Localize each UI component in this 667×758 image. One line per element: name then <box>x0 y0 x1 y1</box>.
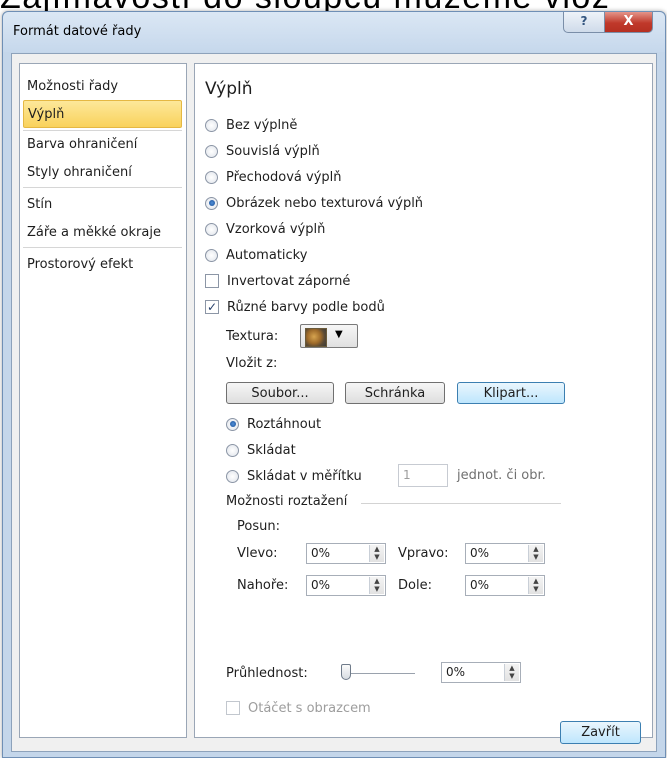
nav-separator <box>23 187 182 188</box>
dialog-body: Možnosti řady Výplň Barva ohraničení Sty… <box>11 53 657 752</box>
offset-left-label: Vlevo: <box>237 546 278 561</box>
insert-from-label: Vložit z: <box>226 356 278 371</box>
transparency-label: Průhlednost: <box>226 666 308 681</box>
help-icon: ? <box>580 14 588 28</box>
radio-tile-scale[interactable]: Skládat v měřítku <box>226 466 362 486</box>
radio-button[interactable] <box>226 443 239 457</box>
scale-unit-label: jednot. či obr. <box>457 468 546 483</box>
clipart-button[interactable]: Klipart... <box>457 382 565 404</box>
file-button[interactable]: Soubor... <box>226 382 334 404</box>
texture-picker[interactable]: ▼ <box>300 324 358 348</box>
radio-picture-texture-fill[interactable]: Obrázek nebo texturová výplň <box>205 193 423 213</box>
radio-button[interactable] <box>205 248 218 262</box>
nav-item-shadow[interactable]: Stín <box>23 191 182 219</box>
clipboard-button[interactable]: Schránka <box>345 382 445 404</box>
radio-button[interactable] <box>205 222 218 236</box>
texture-swatch-icon <box>305 328 327 347</box>
close-icon: X <box>623 14 634 29</box>
checkbox[interactable] <box>205 274 219 288</box>
spin-arrows-icon[interactable]: ▲ ▼ <box>369 577 384 594</box>
scale-input[interactable]: 1 <box>398 464 448 487</box>
radio-button[interactable] <box>205 118 218 132</box>
dialog-title: Formát datové řady <box>13 24 142 39</box>
check-icon[interactable]: ✓ <box>205 300 219 314</box>
radio-tile[interactable]: Skládat <box>226 440 296 460</box>
nav-item-series-options[interactable]: Možnosti řady <box>23 73 182 101</box>
spin-arrows-icon[interactable]: ▲ ▼ <box>528 577 543 594</box>
nav-item-3d-format[interactable]: Prostorový efekt <box>23 251 182 279</box>
offset-top-label: Nahoře: <box>237 578 289 593</box>
transparency-slider-thumb[interactable] <box>341 664 351 680</box>
spin-arrows-icon[interactable]: ▲ ▼ <box>504 664 519 681</box>
nav-item-fill[interactable]: Výplň <box>23 100 182 128</box>
radio-solid-fill[interactable]: Souvislá výplň <box>205 141 320 161</box>
radio-button-selected[interactable] <box>226 417 239 431</box>
transparency-slider-track[interactable] <box>341 673 415 674</box>
radio-gradient-fill[interactable]: Přechodová výplň <box>205 167 342 187</box>
dropdown-arrow-icon: ▼ <box>335 329 343 340</box>
stretch-options-title: Možnosti roztažení <box>226 494 348 509</box>
category-nav: Možnosti řady Výplň Barva ohraničení Sty… <box>19 63 187 738</box>
offset-right-input[interactable]: 0% ▲ ▼ <box>465 543 545 564</box>
radio-stretch[interactable]: Roztáhnout <box>226 414 321 434</box>
nav-separator <box>23 247 182 248</box>
help-button[interactable]: ? <box>563 12 605 33</box>
radio-no-fill[interactable]: Bez výplně <box>205 115 297 135</box>
radio-button[interactable] <box>205 170 218 184</box>
offset-right-label: Vpravo: <box>398 546 449 561</box>
radio-button[interactable] <box>226 469 239 483</box>
radio-automatic[interactable]: Automaticky <box>205 245 307 265</box>
nav-item-border-styles[interactable]: Styly ohraničení <box>23 159 182 187</box>
group-divider <box>361 503 561 504</box>
fill-panel: Výplň Bez výplně Souvislá výplň Přechodo… <box>194 63 653 738</box>
offset-bottom-label: Dole: <box>398 578 432 593</box>
radio-button[interactable] <box>205 144 218 158</box>
spin-arrows-icon[interactable]: ▲ ▼ <box>528 545 543 562</box>
radio-pattern-fill[interactable]: Vzorková výplň <box>205 219 325 239</box>
offset-bottom-input[interactable]: 0% ▲ ▼ <box>465 575 545 596</box>
title-bar[interactable]: Formát datové řady ? X <box>3 12 665 52</box>
transparency-input[interactable]: 0% ▲ ▼ <box>441 662 521 683</box>
format-data-series-dialog: Formát datové řady ? X Možnosti řady Výp… <box>2 11 666 758</box>
radio-button-selected[interactable] <box>205 196 218 210</box>
close-button[interactable]: Zavřít <box>560 721 641 744</box>
offset-left-input[interactable]: 0% ▲ ▼ <box>306 543 386 564</box>
close-window-button[interactable]: X <box>604 12 653 33</box>
offset-top-input[interactable]: 0% ▲ ▼ <box>306 575 386 596</box>
rotate-with-shape-checkbox[interactable]: Otáčet s obrazcem <box>226 698 371 718</box>
nav-item-glow-soft-edges[interactable]: Záře a měkké okraje <box>23 219 182 247</box>
vary-colors-checkbox[interactable]: ✓ Různé barvy podle bodů <box>205 297 385 317</box>
nav-item-border-color[interactable]: Barva ohraničení <box>23 131 182 159</box>
offset-label: Posun: <box>237 519 280 534</box>
section-title: Výplň <box>205 79 253 99</box>
checkbox[interactable] <box>226 701 240 715</box>
spin-arrows-icon[interactable]: ▲ ▼ <box>369 545 384 562</box>
invert-negative-checkbox[interactable]: Invertovat záporné <box>205 271 350 291</box>
texture-label: Textura: <box>226 329 279 344</box>
